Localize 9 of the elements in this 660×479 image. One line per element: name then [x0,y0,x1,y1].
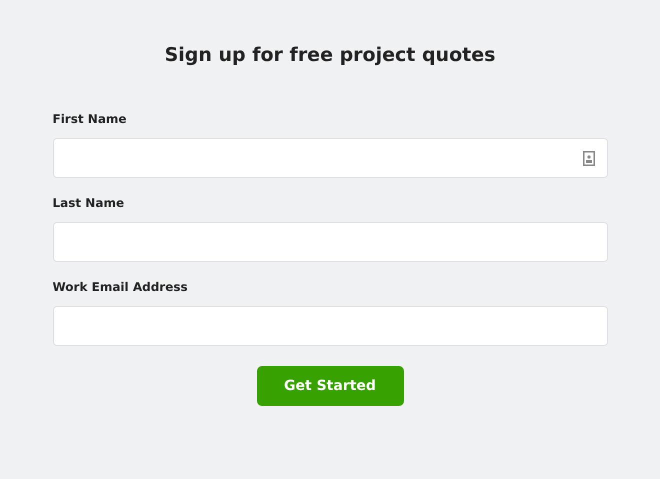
field-label: First Name [52,111,127,128]
input-field[interactable] [52,138,608,178]
field-label: Last Name [52,195,124,212]
get-started-button[interactable]: Get Started [256,366,404,406]
contact-card-icon[interactable] [582,150,594,166]
field-label: Work Email Address [52,279,188,296]
input-field[interactable] [52,306,608,346]
form-title: Sign up for free project quotes [164,43,496,68]
input-field[interactable] [52,222,608,262]
